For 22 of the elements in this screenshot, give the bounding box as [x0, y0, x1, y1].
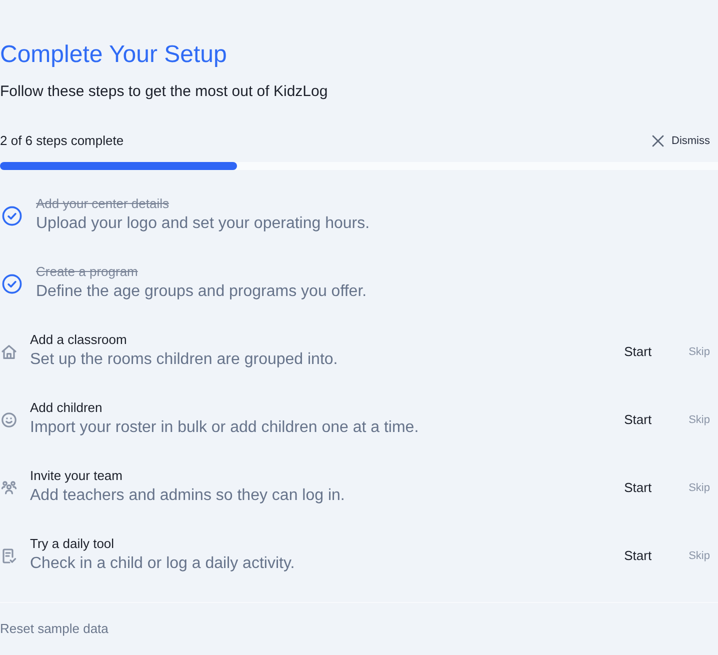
step-description: Upload your logo and set your operating hours. — [36, 214, 370, 234]
step-description: Import your roster in bulk or add children one at a time. — [30, 418, 419, 438]
page-title: Complete Your Setup — [0, 40, 227, 70]
progress-label: 2 of 6 steps complete — [0, 133, 124, 149]
step-description: Check in a child or log a daily activity. — [30, 554, 295, 574]
start-button[interactable]: Start — [624, 548, 652, 564]
step-title: Add children — [30, 400, 102, 416]
start-button[interactable]: Start — [624, 344, 652, 360]
step-title: Add a classroom — [30, 332, 127, 348]
step-title: Try a daily tool — [30, 536, 114, 552]
step-title: Add your center details — [36, 196, 169, 212]
close-icon — [652, 135, 664, 147]
step-title: Create a program — [36, 264, 138, 280]
page-subtitle: Follow these steps to get the most out of KidzLog — [0, 82, 328, 102]
step-title: Invite your team — [30, 468, 122, 484]
step-description: Add teachers and admins so they can log in. — [30, 486, 345, 506]
step-description: Set up the rooms children are grouped into. — [30, 350, 338, 370]
reset-sample-data-link[interactable]: Reset sample data — [0, 621, 108, 637]
start-button[interactable]: Start — [624, 480, 652, 496]
step-description: Define the age groups and programs you offer. — [36, 282, 367, 302]
start-button[interactable]: Start — [624, 412, 652, 428]
dismiss-button[interactable]: Dismiss — [652, 134, 710, 148]
